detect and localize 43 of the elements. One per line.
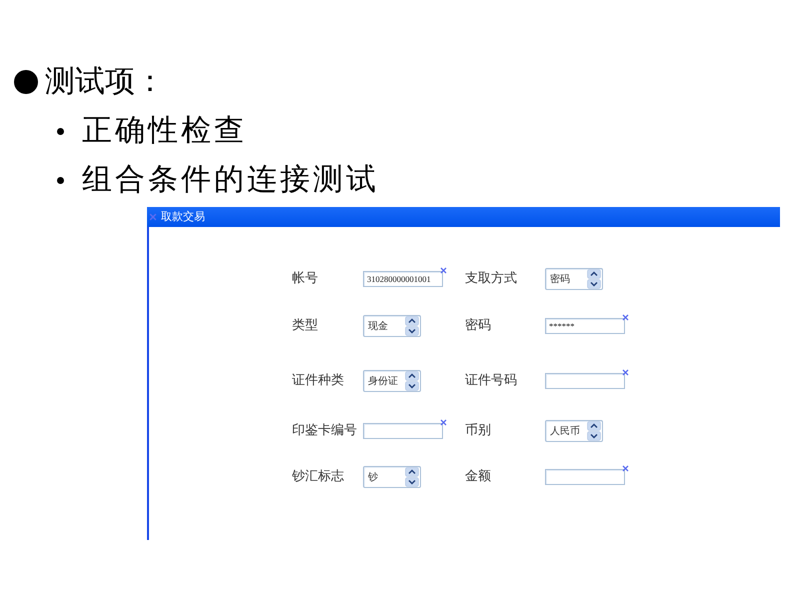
bullet-dot-icon xyxy=(57,176,64,184)
slide-title: 测试项： xyxy=(45,64,165,100)
bullet-text: 组合条件的连接测试 xyxy=(82,162,379,198)
spinner-field[interactable]: 现金 xyxy=(363,315,421,337)
chevron-down-icon[interactable] xyxy=(405,326,419,336)
field-label: 金额 xyxy=(465,469,491,485)
text-field[interactable] xyxy=(545,373,625,389)
chevron-down-icon[interactable] xyxy=(405,381,419,391)
cross-mark-icon xyxy=(440,419,447,426)
cross-mark-icon xyxy=(149,213,157,221)
window-title: 取款交易 xyxy=(161,210,205,224)
spinner-field[interactable]: 身份证 xyxy=(363,370,421,392)
chevron-up-icon[interactable] xyxy=(405,371,419,381)
text-field[interactable] xyxy=(363,423,443,439)
cross-mark-icon xyxy=(440,267,447,274)
field-label: 证件种类 xyxy=(292,373,344,389)
text-field[interactable]: 310280000001001 xyxy=(363,271,443,287)
field-label: 证件号码 xyxy=(465,373,517,389)
chevron-down-icon[interactable] xyxy=(405,477,419,487)
field-label: 支取方式 xyxy=(465,271,517,287)
field-label: 帐号 xyxy=(292,271,318,287)
chevron-up-icon[interactable] xyxy=(587,269,601,279)
field-label: 类型 xyxy=(292,318,318,334)
field-label: 密码 xyxy=(465,318,491,334)
cross-mark-icon xyxy=(622,465,629,472)
bullet-text: 正确性检查 xyxy=(82,113,247,149)
chevron-up-icon[interactable] xyxy=(587,421,601,431)
field-label: 币别 xyxy=(465,423,491,439)
field-label: 印鉴卡编号 xyxy=(292,423,357,439)
text-field[interactable] xyxy=(545,469,625,485)
spinner-field[interactable]: 人民币 xyxy=(545,420,603,442)
spinner-field[interactable]: 钞 xyxy=(363,466,421,488)
chevron-up-icon[interactable] xyxy=(405,467,419,477)
bullet-dot-icon xyxy=(14,70,38,94)
chevron-down-icon[interactable] xyxy=(587,431,601,441)
text-field[interactable]: ****** xyxy=(545,318,625,334)
cross-mark-icon xyxy=(622,369,629,376)
spinner-field[interactable]: 密码 xyxy=(545,268,603,290)
chevron-up-icon[interactable] xyxy=(405,316,419,326)
cross-mark-icon xyxy=(622,314,629,321)
bullet-dot-icon xyxy=(57,128,64,134)
field-label: 钞汇标志 xyxy=(292,469,344,485)
chevron-down-icon[interactable] xyxy=(587,279,601,289)
